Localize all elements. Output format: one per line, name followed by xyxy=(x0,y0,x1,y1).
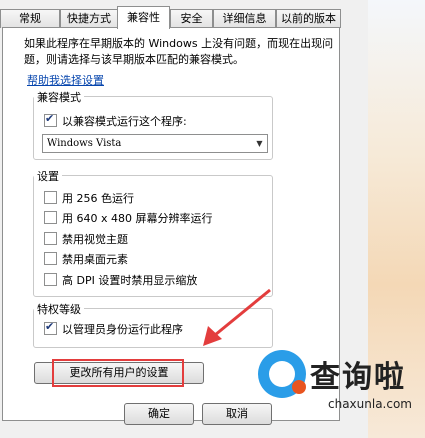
watermark: 查询啦 chaxunla.com xyxy=(258,344,418,416)
watermark-url: chaxunla.com xyxy=(328,397,412,411)
watermark-name: 查询啦 xyxy=(310,360,406,395)
tab-compatibility[interactable]: 兼容性 xyxy=(117,6,170,29)
